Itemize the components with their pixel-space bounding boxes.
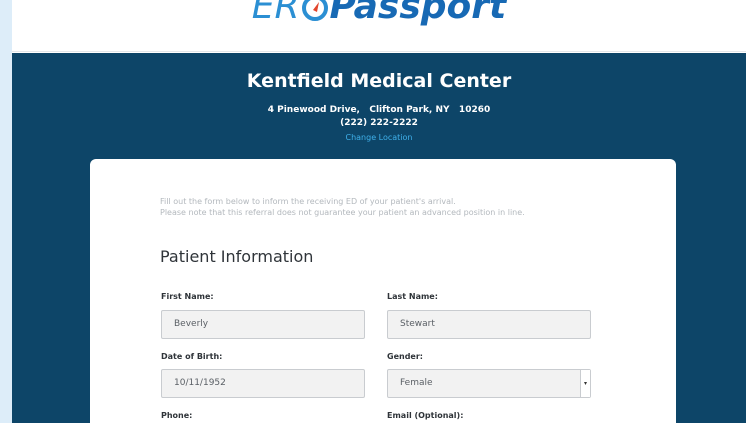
- facility-phone: (222) 222-2222: [340, 118, 418, 128]
- logo-er-text: ER: [251, 0, 300, 27]
- gender-select[interactable]: Female ▾: [387, 369, 591, 398]
- last-name-label: Last Name:: [387, 292, 438, 301]
- intro-line-1: Fill out the form below to inform the re…: [160, 197, 456, 206]
- er-passport-logo[interactable]: ER Passport: [12, 0, 746, 27]
- referral-form-card: Fill out the form below to inform the re…: [90, 159, 676, 423]
- facility-name: Kentfield Medical Center: [246, 70, 512, 92]
- dob-label: Date of Birth:: [161, 352, 223, 361]
- first-name-field[interactable]: Beverly: [161, 310, 365, 339]
- chevron-down-icon[interactable]: ▾: [580, 370, 590, 397]
- first-name-label: First Name:: [161, 292, 214, 301]
- form-intro: Fill out the form below to inform the re…: [160, 196, 640, 218]
- gender-label: Gender:: [387, 352, 423, 361]
- compass-icon: [301, 0, 328, 21]
- page: ER Passport Kentfield Medical Center 4 P…: [12, 0, 746, 423]
- phone-label: Phone:: [161, 411, 193, 420]
- section-title: Patient Information: [160, 247, 314, 266]
- last-name-field[interactable]: Stewart: [387, 310, 591, 339]
- change-location-link[interactable]: Change Location: [12, 133, 746, 142]
- logo-passport-text: Passport: [329, 0, 507, 27]
- dob-field[interactable]: 10/11/1952: [161, 369, 365, 398]
- email-label: Email (Optional):: [387, 411, 464, 420]
- gender-value: Female: [400, 378, 433, 388]
- intro-line-2: Please note that this referral does not …: [160, 208, 525, 217]
- header: ER Passport: [12, 0, 746, 52]
- facility-address: 4 Pinewood Drive, Clifton Park, NY 10260: [267, 105, 491, 115]
